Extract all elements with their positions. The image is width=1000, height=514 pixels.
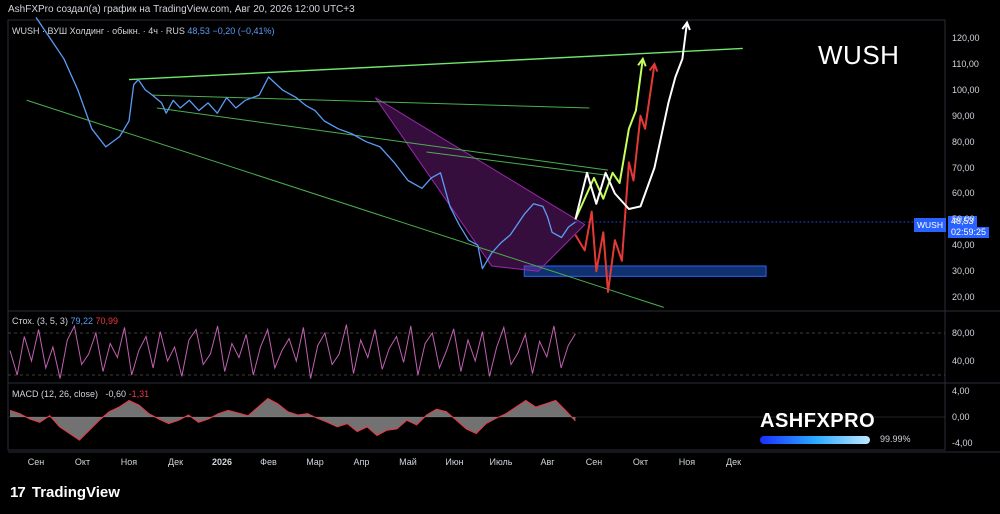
price-axis-tick: 80,00: [952, 136, 975, 147]
last-price: 48,53: [187, 26, 210, 36]
macd-axis-tick: 0,00: [952, 412, 970, 422]
stoch-d: 70,99: [95, 316, 119, 326]
brand-progress-bar: [760, 436, 870, 444]
time-axis-tick: Сен: [585, 457, 603, 467]
symbol-watermark: WUSH: [818, 40, 900, 70]
stoch-legend: Стох. (3, 5, 3) 79,22 70,99: [12, 316, 118, 326]
price-axis-tick: 70,00: [952, 162, 975, 173]
time-axis-tick: 2026: [211, 457, 233, 467]
tradingview-label: TradingView: [31, 484, 120, 501]
time-axis-tick: Июн: [445, 457, 464, 467]
stoch-axis-tick: 40,00: [952, 356, 975, 366]
support-zone: [523, 265, 767, 277]
projection-green: [574, 58, 644, 220]
brand-percent: 99.99%: [880, 434, 911, 444]
tradingview-logo[interactable]: 17 TradingView: [10, 484, 120, 501]
time-axis-tick: Май: [399, 457, 417, 467]
macd-axis-tick: 4,00: [952, 385, 970, 396]
macd-v2: -1,31: [128, 389, 150, 399]
price-axis-tick: 60,00: [952, 188, 975, 199]
macd-name: MACD (12, 26, close): [12, 389, 99, 399]
time-axis-tick: Мар: [306, 457, 324, 467]
macd-area: [10, 398, 576, 441]
main-legend: WUSH · ВУШ Холдинг · обыкн. · 4ч · RUS 4…: [12, 26, 275, 36]
trendline: [156, 107, 609, 171]
time-axis-tick: Окт: [74, 457, 91, 467]
trendline: [152, 94, 590, 109]
brand-watermark: ASHFXPRO: [760, 410, 876, 432]
tradingview-icon: 17: [10, 484, 26, 501]
time-axis-tick: Июль: [489, 457, 513, 467]
price-axis-tick: 120,00: [952, 33, 980, 44]
time-axis-tick: Авг: [540, 457, 555, 467]
price-axis-tick: 90,00: [952, 110, 975, 121]
time-axis-tick: Дек: [167, 457, 184, 467]
price-axis-tick: 110,00: [952, 59, 979, 70]
trendline: [128, 47, 743, 81]
chart-header: AshFXPro создал(а) график на TradingView…: [8, 4, 355, 15]
time-axis-tick: Сен: [27, 457, 45, 467]
price-tag-symbol: WUSH: [914, 218, 946, 232]
price-axis-tick: 20,00: [952, 292, 975, 303]
price-axis-tick: 30,00: [952, 266, 975, 277]
time-axis-tick: Апр: [353, 457, 370, 467]
stoch-axis-tick: 80,00: [952, 328, 975, 338]
time-axis-tick: Дек: [725, 457, 742, 467]
stoch-name: Стох. (3, 5, 3): [12, 316, 68, 326]
time-axis-tick: Ноя: [120, 457, 138, 467]
macd-axis-tick: -4,00: [952, 438, 973, 449]
symbol-description: WUSH · ВУШ Холдинг · обыкн. · 4ч · RUS: [12, 26, 185, 36]
macd-legend: MACD (12, 26, close) -0,60 -1,31: [12, 389, 149, 399]
price-axis-tick: 50,00: [952, 214, 975, 225]
time-axis-tick: Фев: [260, 457, 277, 467]
macd-v1: -0,60: [105, 389, 127, 399]
falling-wedge: [374, 97, 586, 272]
price-tag-countdown: 02:59:25: [948, 227, 990, 238]
time-axis-tick: Окт: [632, 457, 649, 467]
price-change: −0,20 (−0,41%): [212, 26, 275, 36]
time-axis-tick: Ноя: [678, 457, 696, 467]
price-axis-tick: 40,00: [952, 240, 975, 251]
stoch-k: 79,22: [70, 316, 93, 326]
price-axis-tick: 100,00: [952, 84, 980, 95]
